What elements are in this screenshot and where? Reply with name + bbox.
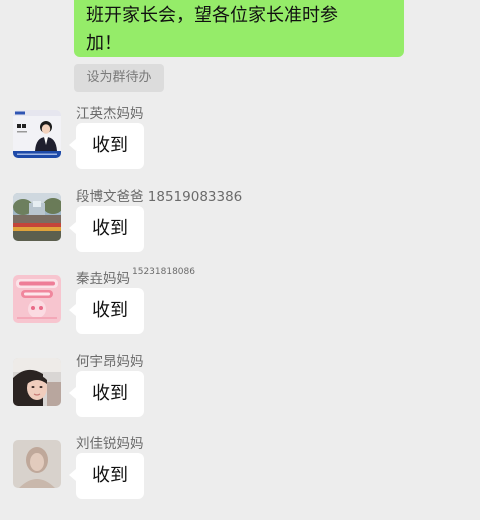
sender-name-text: 何宇昂妈妈 [76,354,144,370]
fountain-photo-icon [13,193,61,241]
sender-name: 江英杰妈妈 [76,102,146,122]
avatar[interactable] [13,358,61,406]
blurred-photo-icon [13,440,61,488]
sender-name-text: 段博文爸爸 18519083386 [76,189,243,205]
avatar[interactable] [13,110,61,158]
chat-message: 何宇昂妈妈 收到 [0,354,480,438]
avatar[interactable] [13,275,61,323]
id-card-portrait-icon [13,110,61,158]
chat-message: 秦垚妈妈 15231818086 收到 [0,267,480,355]
sender-name: 段博文爸爸 18519083386 [76,185,244,205]
sender-name-text: 秦垚妈妈 [76,271,130,287]
sender-name: 何宇昂妈妈 [76,350,146,370]
message-bubble[interactable]: 收到 [69,123,144,169]
sender-name: 秦垚妈妈 15231818086 [76,267,195,287]
sender-phone: 15231818086 [132,267,195,277]
sender-name-text: 江英杰妈妈 [76,106,144,122]
avatar[interactable] [13,440,61,488]
chat-message: 刘佳锐妈妈 收到 [0,436,480,520]
message-bubble[interactable]: 收到 [69,371,144,417]
selfie-photo-icon [13,358,61,406]
set-group-todo-button[interactable]: 设为群待办 [74,64,164,92]
chat-message: 段博文爸爸 18519083386 收到 [0,189,480,273]
sent-message-line-1: 班开家长会，望各位家长准时参 [86,5,338,26]
pink-graphic-icon [13,275,61,323]
sent-message-line-2: 加！ [86,33,122,54]
message-bubble[interactable]: 收到 [69,206,144,252]
sender-name: 刘佳锐妈妈 [76,432,146,452]
message-bubble[interactable]: 收到 [69,453,144,499]
message-bubble[interactable]: 收到 [69,288,144,334]
sender-name-text: 刘佳锐妈妈 [76,436,144,452]
avatar[interactable] [13,193,61,241]
sent-message-bubble[interactable]: 班开家长会，望各位家长准时参 加！ [74,0,404,57]
chat-message: 江英杰妈妈 收到 [0,106,480,190]
